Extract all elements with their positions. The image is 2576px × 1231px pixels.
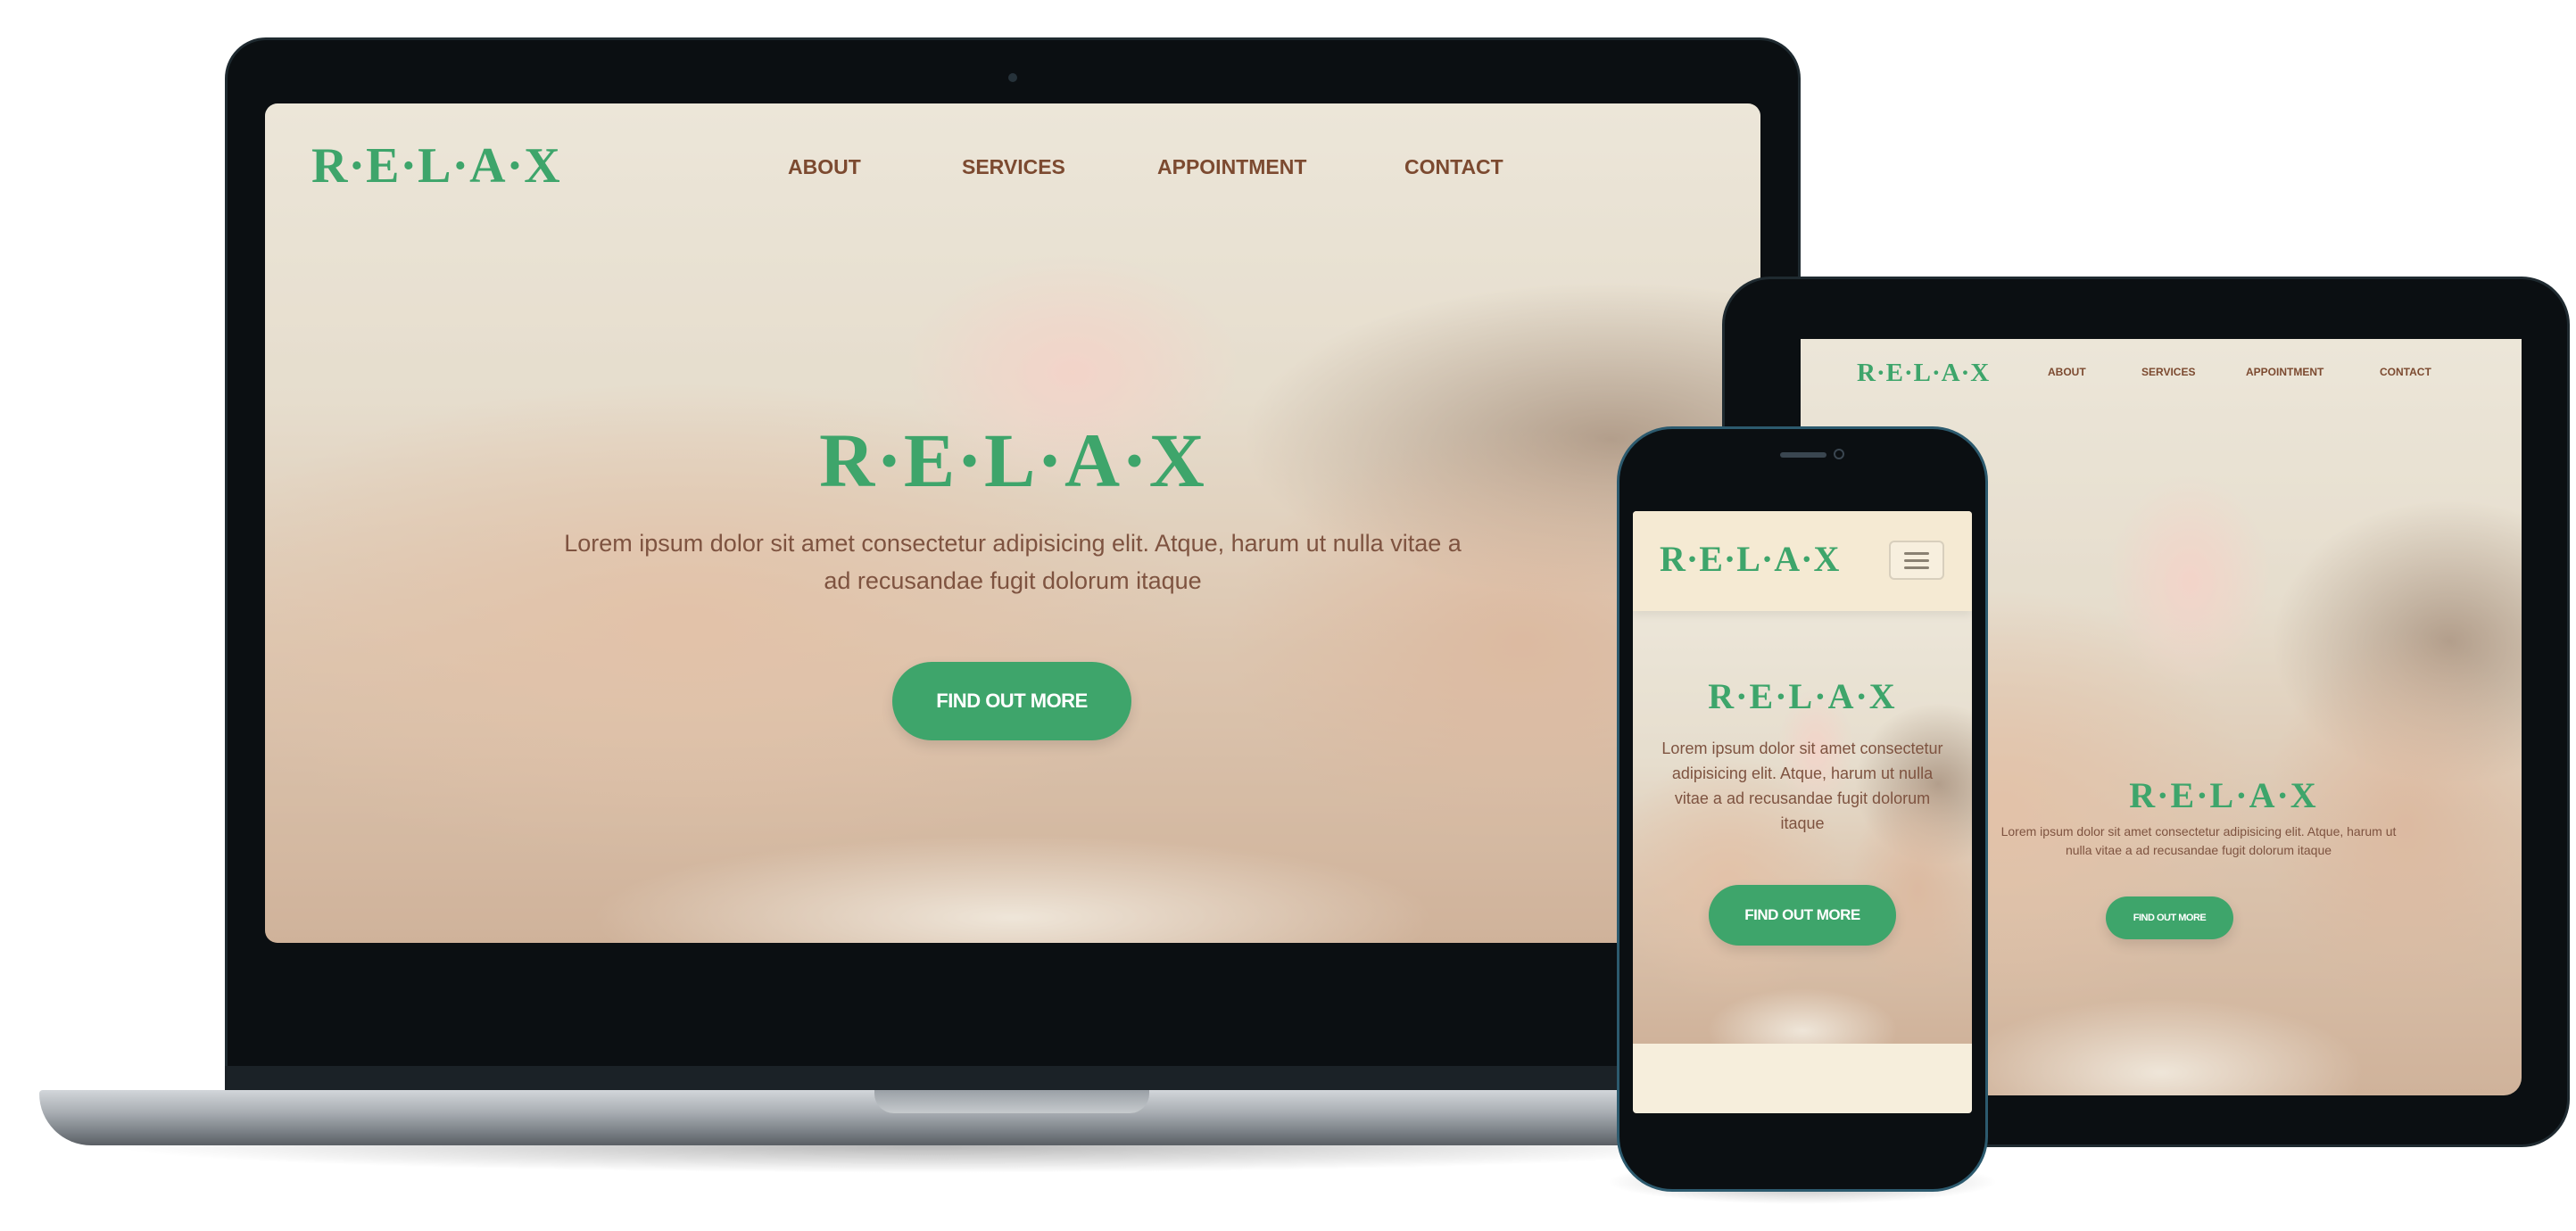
tablet-nav-appointment[interactable]: APPOINTMENT (2246, 366, 2323, 378)
tablet-hero-title: R·E·L·A·X (2129, 775, 2318, 815)
laptop-camera-icon (1008, 73, 1017, 82)
tablet-nav: ABOUT SERVICES APPOINTMENT CONTACT (1801, 366, 2522, 384)
find-out-more-button[interactable]: FIND OUT MORE (892, 662, 1131, 740)
main-nav: ABOUT SERVICES APPOINTMENT CONTACT (265, 155, 1760, 191)
phone-header: R·E·L·A·X (1633, 511, 1972, 611)
tablet-nav-about[interactable]: ABOUT (2048, 366, 2086, 378)
phone-brand-logo[interactable]: R·E·L·A·X (1660, 538, 1840, 580)
phone-hero: R·E·L·A·X Lorem ipsum dolor sit amet con… (1633, 611, 1972, 1044)
laptop-notch (874, 1090, 1149, 1113)
nav-about[interactable]: ABOUT (788, 155, 861, 179)
phone-hero-title: R·E·L·A·X (1708, 676, 1897, 716)
tablet-nav-services[interactable]: SERVICES (2141, 366, 2195, 378)
phone-screen: R·E·L·A·X R·E·L·A·X Lorem ipsum dolor si… (1633, 511, 1972, 1113)
hero-title: R·E·L·A·X (819, 417, 1206, 503)
hero-text: Lorem ipsum dolor sit amet consectetur a… (564, 530, 1462, 594)
hamburger-icon[interactable] (1889, 541, 1944, 580)
phone-camera-icon (1834, 449, 1844, 459)
phone-speaker (1780, 452, 1826, 458)
phone-find-out-more-button[interactable]: FIND OUT MORE (1709, 885, 1896, 946)
nav-services[interactable]: SERVICES (962, 155, 1065, 179)
phone-hero-text: Lorem ipsum dolor sit amet consectetur a… (1661, 739, 1943, 832)
nav-contact[interactable]: CONTACT (1404, 155, 1503, 179)
tablet-find-out-more-button[interactable]: FIND OUT MORE (2106, 896, 2233, 939)
laptop-screen: R·E·L·A·X ABOUT SERVICES APPOINTMENT CON… (265, 103, 1760, 943)
tablet-hero-text: Lorem ipsum dolor sit amet consectetur a… (2000, 824, 2397, 857)
tablet-nav-contact[interactable]: CONTACT (2380, 366, 2431, 378)
nav-appointment[interactable]: APPOINTMENT (1157, 155, 1306, 179)
laptop-hinge (225, 1066, 1801, 1093)
